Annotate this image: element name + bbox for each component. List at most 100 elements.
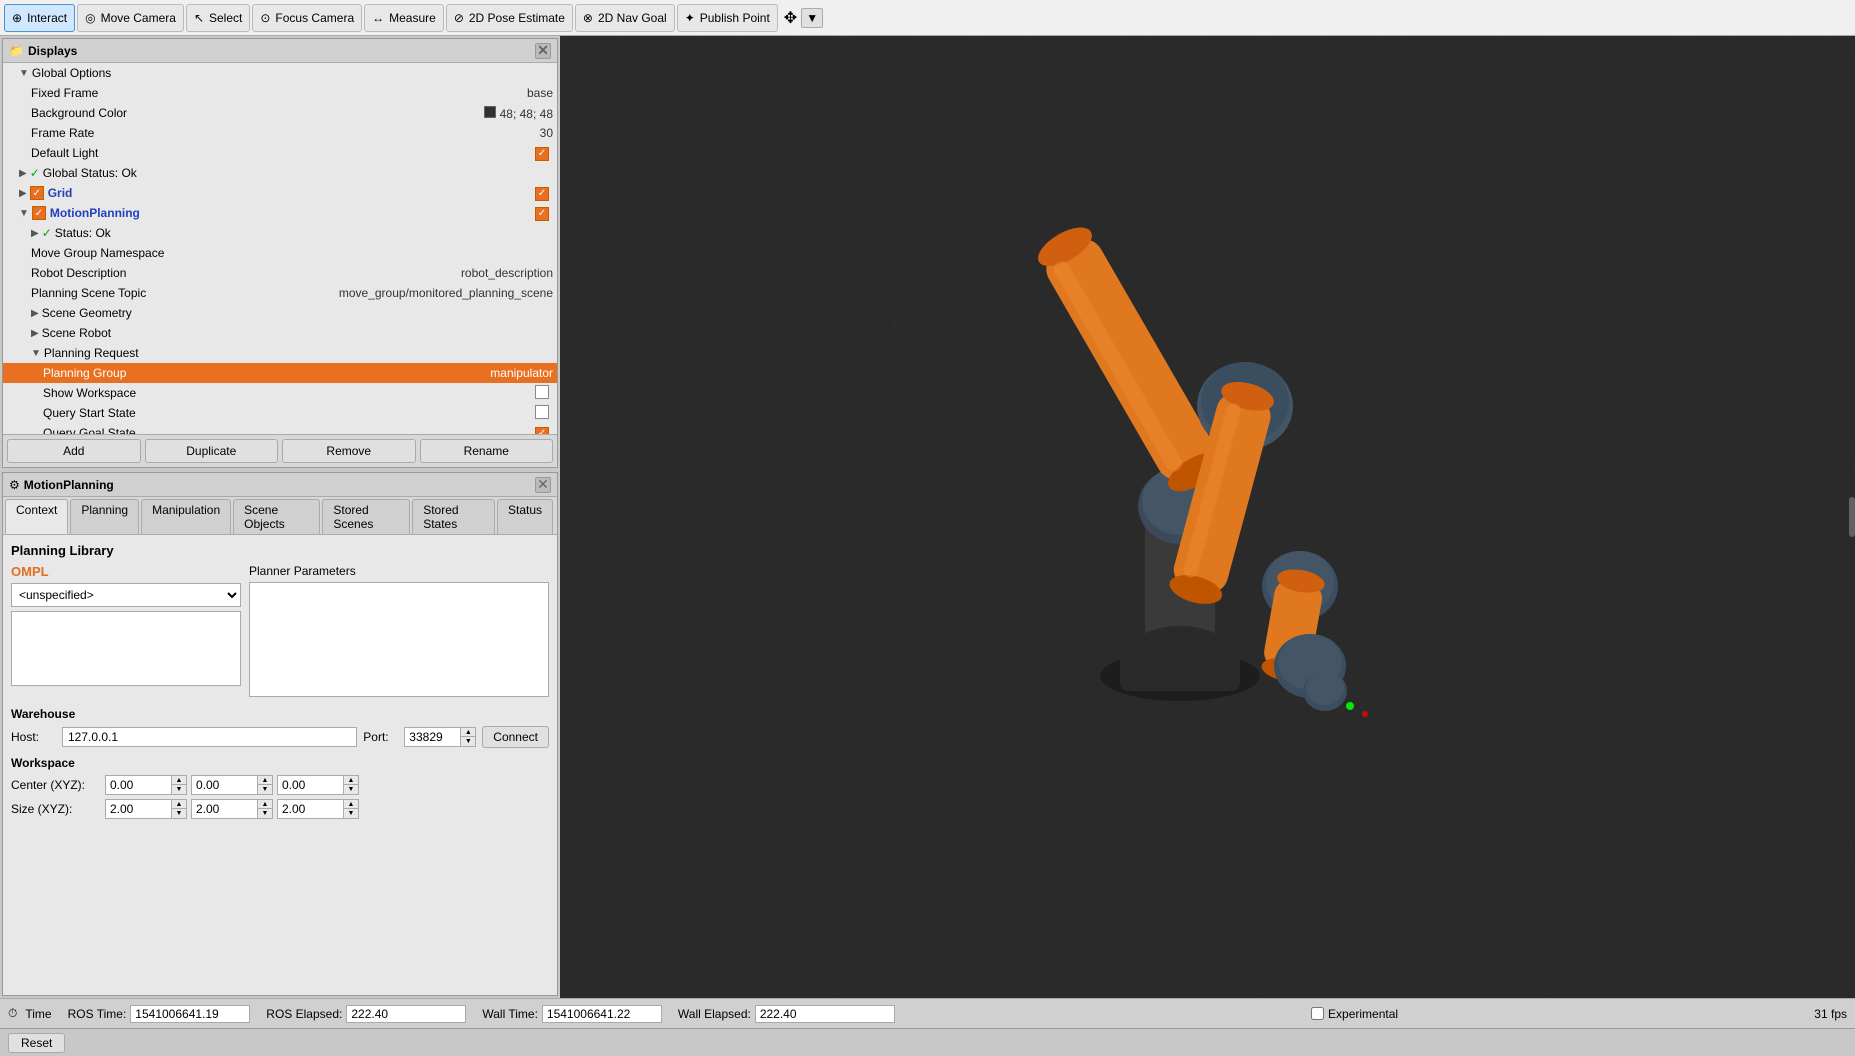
show-workspace-label: Show Workspace [43,386,535,400]
sx-down[interactable]: ▼ [172,809,186,818]
port-up-btn[interactable]: ▲ [461,728,475,737]
tree-item-planning-scene-topic[interactable]: Planning Scene Topic move_group/monitore… [3,283,557,303]
default-light-checkbox[interactable] [535,147,549,161]
host-input[interactable] [62,727,357,747]
ros-time-input[interactable] [130,1005,250,1023]
planner-list-box[interactable] [11,611,241,686]
center-z-spin[interactable]: ▲ ▼ [343,776,358,794]
tree-item-planning-group[interactable]: Planning Group manipulator [3,363,557,383]
size-x-spin[interactable]: ▲ ▼ [171,800,186,818]
background-color-value: 48; 48; 48 [484,106,553,121]
grid-check2[interactable] [535,187,549,201]
tree-item-move-group-ns[interactable]: Move Group Namespace [3,243,557,263]
cy-up[interactable]: ▲ [258,776,272,785]
tab-status[interactable]: Status [497,499,553,534]
tab-scene-objects[interactable]: Scene Objects [233,499,320,534]
cx-up[interactable]: ▲ [172,776,186,785]
publish-point-button[interactable]: Publish Point [677,4,778,32]
motion-header: ⚙ MotionPlanning ✕ [3,473,557,497]
wall-elapsed-label: Wall Elapsed: [678,1007,751,1021]
cz-down[interactable]: ▼ [344,785,358,794]
grid-label: Grid [48,186,535,200]
grid-value [535,185,553,201]
tab-planning[interactable]: Planning [70,499,139,534]
tree-item-background-color[interactable]: Background Color 48; 48; 48 [3,103,557,123]
mp-checkbox[interactable] [32,206,46,220]
tree-item-global-options[interactable]: ▼ Global Options [3,63,557,83]
duplicate-button[interactable]: Duplicate [145,439,279,463]
sy-down[interactable]: ▼ [258,809,272,818]
query-start-checkbox[interactable] [535,405,549,419]
experimental-checkbox[interactable] [1311,1007,1324,1020]
nav-goal-button[interactable]: 2D Nav Goal [575,4,675,32]
measure-button[interactable]: Measure [364,4,444,32]
tree-item-query-start-state[interactable]: Query Start State [3,403,557,423]
size-z-spin[interactable]: ▲ ▼ [343,800,358,818]
tree-item-fixed-frame[interactable]: Fixed Frame base [3,83,557,103]
ros-time-section: ROS Time: [68,1005,251,1023]
tab-context[interactable]: Context [5,499,68,534]
tree-item-scene-robot[interactable]: ▶ Scene Robot [3,323,557,343]
select-button[interactable]: Select [186,4,250,32]
tree-item-motion-planning[interactable]: ▼ MotionPlanning [3,203,557,223]
remove-button[interactable]: Remove [282,439,416,463]
focus-camera-button[interactable]: Focus Camera [252,4,362,32]
tree-item-query-goal-state[interactable]: Query Goal State [3,423,557,434]
displays-buttons: Add Duplicate Remove Rename [3,434,557,467]
frame-rate-label: Frame Rate [31,126,540,140]
center-x-input[interactable] [106,776,171,794]
connect-button[interactable]: Connect [482,726,549,748]
planner-select[interactable]: <unspecified> [11,583,241,607]
tree-item-show-workspace[interactable]: Show Workspace [3,383,557,403]
interact-button[interactable]: Interact [4,4,75,32]
tree-item-status-ok[interactable]: ▶ ✓ Status: Ok [3,223,557,243]
mp-check2[interactable] [535,207,549,221]
move-camera-button[interactable]: Move Camera [77,4,184,32]
size-z-input[interactable] [278,800,343,818]
size-x-input[interactable] [106,800,171,818]
resize-handle[interactable] [1849,497,1855,537]
sy-up[interactable]: ▲ [258,800,272,809]
sx-up[interactable]: ▲ [172,800,186,809]
center-x-spin[interactable]: ▲ ▼ [171,776,186,794]
motion-close-btn[interactable]: ✕ [535,477,551,493]
tree-item-scene-geometry[interactable]: ▶ Scene Geometry [3,303,557,323]
sz-up[interactable]: ▲ [344,800,358,809]
wall-elapsed-input[interactable] [755,1005,895,1023]
add-button[interactable]: Add [7,439,141,463]
port-spinner[interactable]: ▲ ▼ [460,728,475,746]
tree-item-global-status[interactable]: ▶ ✓ Global Status: Ok [3,163,557,183]
tab-stored-scenes[interactable]: Stored Scenes [322,499,410,534]
planner-params-box[interactable] [249,582,549,697]
tab-manipulation[interactable]: Manipulation [141,499,231,534]
query-goal-checkbox[interactable] [535,427,549,434]
tree-item-grid[interactable]: ▶ Grid [3,183,557,203]
center-z-input[interactable] [278,776,343,794]
size-y-input[interactable] [192,800,257,818]
tree-item-robot-description[interactable]: Robot Description robot_description [3,263,557,283]
cz-up[interactable]: ▲ [344,776,358,785]
tree-item-default-light[interactable]: Default Light [3,143,557,163]
show-workspace-checkbox[interactable] [535,385,549,399]
sz-down[interactable]: ▼ [344,809,358,818]
ros-elapsed-input[interactable] [346,1005,466,1023]
center-y-spin[interactable]: ▲ ▼ [257,776,272,794]
wall-time-input[interactable] [542,1005,662,1023]
port-down-btn[interactable]: ▼ [461,737,475,746]
tree-item-frame-rate[interactable]: Frame Rate 30 [3,123,557,143]
port-input[interactable] [405,728,460,746]
grid-checkbox[interactable] [30,186,44,200]
cx-down[interactable]: ▼ [172,785,186,794]
cy-down[interactable]: ▼ [258,785,272,794]
reset-button[interactable]: Reset [8,1033,65,1053]
viewport[interactable] [560,36,1855,998]
center-y-input[interactable] [192,776,257,794]
pose-icon [454,11,466,25]
toolbar-more-icon[interactable]: ▼ [801,8,823,28]
tab-stored-states[interactable]: Stored States [412,499,495,534]
size-y-spin[interactable]: ▲ ▼ [257,800,272,818]
tree-item-planning-request[interactable]: ▼ Planning Request [3,343,557,363]
displays-close-btn[interactable]: ✕ [535,43,551,59]
rename-button[interactable]: Rename [420,439,554,463]
pose-estimate-button[interactable]: 2D Pose Estimate [446,4,573,32]
